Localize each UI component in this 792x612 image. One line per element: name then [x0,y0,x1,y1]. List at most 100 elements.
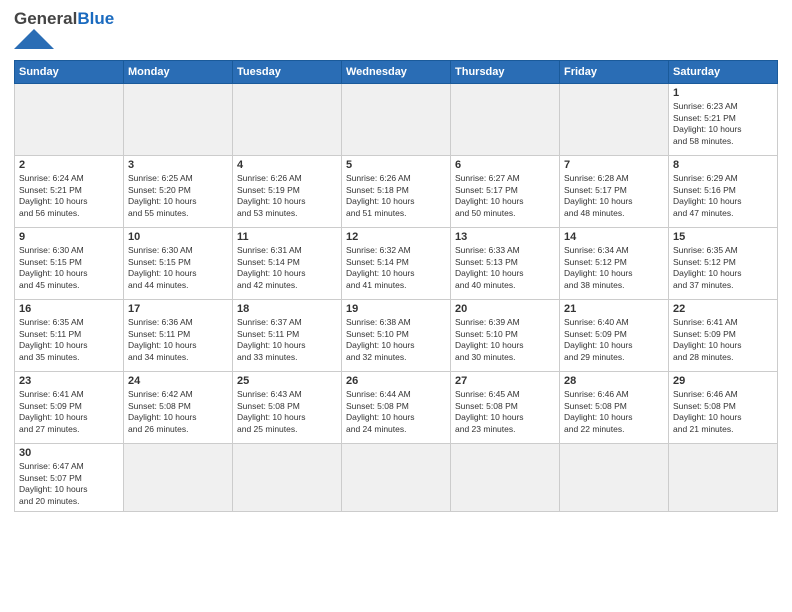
calendar-cell: 30 Sunrise: 6:47 AM Sunset: 5:07 PM Dayli… [15,443,124,512]
day-number: 30 [19,447,119,459]
calendar-cell: 6 Sunrise: 6:27 AM Sunset: 5:17 PM Daylig… [451,155,560,227]
calendar-cell [669,443,778,512]
day-info: Sunrise: 6:32 AM Sunset: 5:14 PM Dayligh… [346,245,446,293]
day-number: 19 [346,303,446,315]
day-info: Sunrise: 6:42 AM Sunset: 5:08 PM Dayligh… [128,389,228,437]
day-number: 27 [455,375,555,387]
day-number: 4 [237,159,337,171]
day-number: 17 [128,303,228,315]
calendar-cell: 28 Sunrise: 6:46 AM Sunset: 5:08 PM Dayli… [560,371,669,443]
day-number: 2 [19,159,119,171]
day-number: 16 [19,303,119,315]
calendar-cell [15,83,124,155]
calendar-cell [560,443,669,512]
calendar-cell: 25 Sunrise: 6:43 AM Sunset: 5:08 PM Dayli… [233,371,342,443]
calendar-cell: 8 Sunrise: 6:29 AM Sunset: 5:16 PM Daylig… [669,155,778,227]
day-number: 24 [128,375,228,387]
day-number: 18 [237,303,337,315]
day-info: Sunrise: 6:33 AM Sunset: 5:13 PM Dayligh… [455,245,555,293]
day-header-tuesday: Tuesday [233,60,342,83]
day-number: 10 [128,231,228,243]
calendar-cell: 2 Sunrise: 6:24 AM Sunset: 5:21 PM Daylig… [15,155,124,227]
calendar-cell [451,443,560,512]
day-number: 15 [673,231,773,243]
day-info: Sunrise: 6:34 AM Sunset: 5:12 PM Dayligh… [564,245,664,293]
day-info: Sunrise: 6:24 AM Sunset: 5:21 PM Dayligh… [19,173,119,221]
calendar-cell [233,443,342,512]
day-info: Sunrise: 6:39 AM Sunset: 5:10 PM Dayligh… [455,317,555,365]
calendar-cell: 15Sunrise: 6:35 AM Sunset: 5:12 PM Dayli… [669,227,778,299]
calendar-cell [560,83,669,155]
day-info: Sunrise: 6:47 AM Sunset: 5:07 PM Dayligh… [19,461,119,509]
calendar-week-4: 16 Sunrise: 6:35 AM Sunset: 5:11 PM Dayli… [15,299,778,371]
calendar-cell [124,443,233,512]
calendar-cell: 29 Sunrise: 6:46 AM Sunset: 5:08 PM Dayli… [669,371,778,443]
header: GeneralBlue [14,10,778,54]
calendar-cell: 19 Sunrise: 6:38 AM Sunset: 5:10 PM Dayli… [342,299,451,371]
day-info: Sunrise: 6:46 AM Sunset: 5:08 PM Dayligh… [673,389,773,437]
day-number: 21 [564,303,664,315]
day-info: Sunrise: 6:46 AM Sunset: 5:08 PM Dayligh… [564,389,664,437]
day-number: 13 [455,231,555,243]
calendar-cell: 13 Sunrise: 6:33 AM Sunset: 5:13 PM Dayli… [451,227,560,299]
day-number: 5 [346,159,446,171]
day-info: Sunrise: 6:40 AM Sunset: 5:09 PM Dayligh… [564,317,664,365]
day-info: Sunrise: 6:44 AM Sunset: 5:08 PM Dayligh… [346,389,446,437]
day-header-wednesday: Wednesday [342,60,451,83]
day-info: Sunrise: 6:43 AM Sunset: 5:08 PM Dayligh… [237,389,337,437]
calendar-cell: 18 Sunrise: 6:37 AM Sunset: 5:11 PM Dayli… [233,299,342,371]
calendar-cell: 7Sunrise: 6:28 AM Sunset: 5:17 PM Daylig… [560,155,669,227]
day-number: 8 [673,159,773,171]
calendar-cell [233,83,342,155]
day-info: Sunrise: 6:25 AM Sunset: 5:20 PM Dayligh… [128,173,228,221]
day-info: Sunrise: 6:27 AM Sunset: 5:17 PM Dayligh… [455,173,555,221]
day-info: Sunrise: 6:41 AM Sunset: 5:09 PM Dayligh… [19,389,119,437]
day-info: Sunrise: 6:35 AM Sunset: 5:11 PM Dayligh… [19,317,119,365]
day-info: Sunrise: 6:45 AM Sunset: 5:08 PM Dayligh… [455,389,555,437]
day-header-sunday: Sunday [15,60,124,83]
day-info: Sunrise: 6:29 AM Sunset: 5:16 PM Dayligh… [673,173,773,221]
calendar-cell: 20 Sunrise: 6:39 AM Sunset: 5:10 PM Dayli… [451,299,560,371]
header-row: SundayMondayTuesdayWednesdayThursdayFrid… [15,60,778,83]
calendar-cell: 4 Sunrise: 6:26 AM Sunset: 5:19 PM Daylig… [233,155,342,227]
day-info: Sunrise: 6:26 AM Sunset: 5:19 PM Dayligh… [237,173,337,221]
calendar-cell: 3Sunrise: 6:25 AM Sunset: 5:20 PM Daylig… [124,155,233,227]
day-info: Sunrise: 6:26 AM Sunset: 5:18 PM Dayligh… [346,173,446,221]
calendar-cell [342,443,451,512]
logo: GeneralBlue [14,10,114,54]
day-info: Sunrise: 6:41 AM Sunset: 5:09 PM Dayligh… [673,317,773,365]
calendar-cell: 9Sunrise: 6:30 AM Sunset: 5:15 PM Daylig… [15,227,124,299]
day-info: Sunrise: 6:28 AM Sunset: 5:17 PM Dayligh… [564,173,664,221]
day-number: 12 [346,231,446,243]
calendar-page: GeneralBlue SundayMondayTuesdayWednesday… [0,0,792,612]
day-number: 6 [455,159,555,171]
day-info: Sunrise: 6:38 AM Sunset: 5:10 PM Dayligh… [346,317,446,365]
day-number: 9 [19,231,119,243]
day-number: 25 [237,375,337,387]
calendar-cell: 5 Sunrise: 6:26 AM Sunset: 5:18 PM Daylig… [342,155,451,227]
day-info: Sunrise: 6:37 AM Sunset: 5:11 PM Dayligh… [237,317,337,365]
calendar-cell: 1Sunrise: 6:23 AM Sunset: 5:21 PM Daylig… [669,83,778,155]
calendar-week-2: 2 Sunrise: 6:24 AM Sunset: 5:21 PM Daylig… [15,155,778,227]
calendar-cell: 24 Sunrise: 6:42 AM Sunset: 5:08 PM Dayli… [124,371,233,443]
logo-text: GeneralBlue [14,10,114,29]
day-header-thursday: Thursday [451,60,560,83]
calendar-cell: 23 Sunrise: 6:41 AM Sunset: 5:09 PM Dayli… [15,371,124,443]
calendar-cell: 16 Sunrise: 6:35 AM Sunset: 5:11 PM Dayli… [15,299,124,371]
day-header-monday: Monday [124,60,233,83]
calendar-cell: 11Sunrise: 6:31 AM Sunset: 5:14 PM Dayli… [233,227,342,299]
calendar-cell: 27 Sunrise: 6:45 AM Sunset: 5:08 PM Dayli… [451,371,560,443]
day-info: Sunrise: 6:23 AM Sunset: 5:21 PM Dayligh… [673,101,773,149]
calendar-cell: 22Sunrise: 6:41 AM Sunset: 5:09 PM Dayli… [669,299,778,371]
day-number: 28 [564,375,664,387]
day-number: 26 [346,375,446,387]
day-number: 23 [19,375,119,387]
calendar-table: SundayMondayTuesdayWednesdayThursdayFrid… [14,60,778,513]
day-number: 20 [455,303,555,315]
calendar-cell: 10Sunrise: 6:30 AM Sunset: 5:15 PM Dayli… [124,227,233,299]
calendar-cell: 26 Sunrise: 6:44 AM Sunset: 5:08 PM Dayli… [342,371,451,443]
day-number: 11 [237,231,337,243]
calendar-cell [342,83,451,155]
day-number: 29 [673,375,773,387]
calendar-cell [124,83,233,155]
